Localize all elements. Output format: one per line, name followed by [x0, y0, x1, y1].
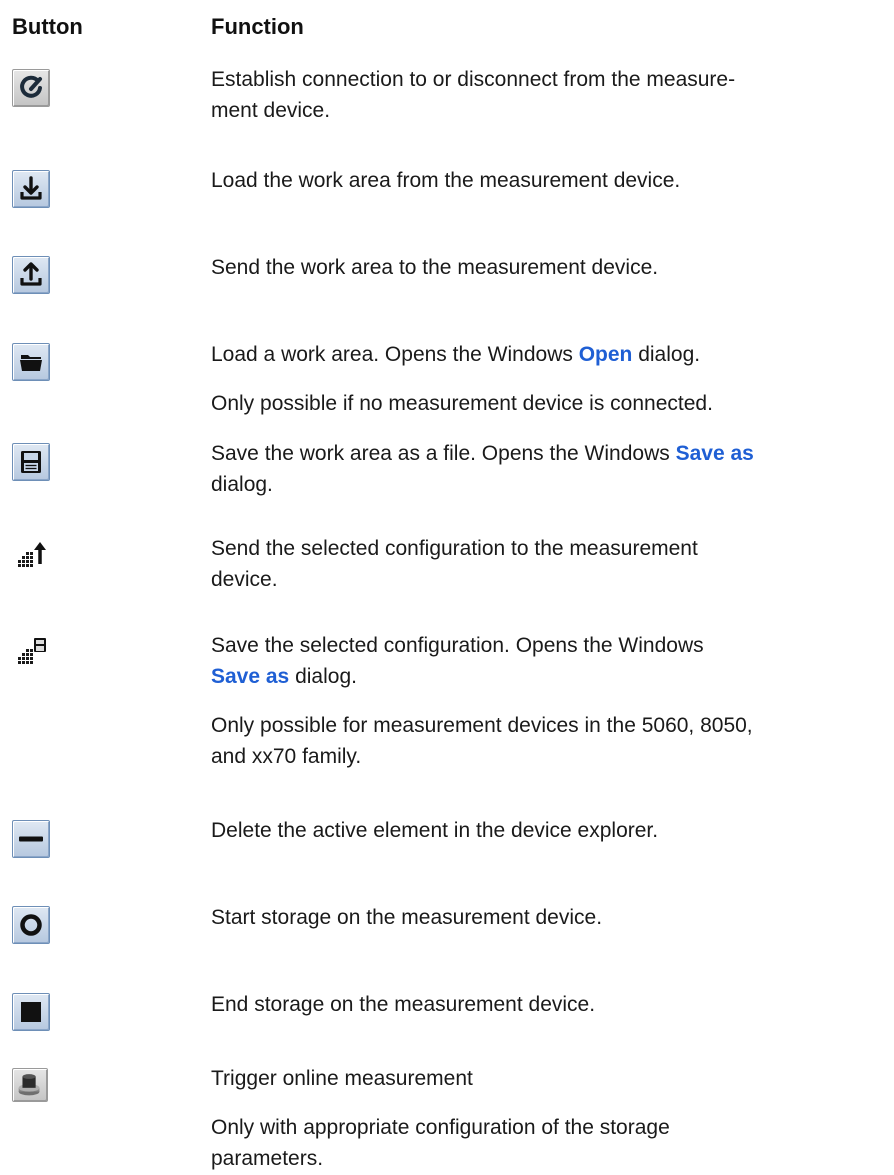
- save-as-dialog-keyword: Save as: [675, 442, 754, 465]
- row-description: Send the work area to the measurement de…: [211, 252, 881, 283]
- description-paragraph: Only possible if no measurement device i…: [211, 392, 713, 415]
- record-circle-icon[interactable]: [12, 906, 50, 944]
- folder-open-icon[interactable]: [12, 343, 50, 381]
- description-line: Send the selected configuration to the m…: [211, 537, 698, 560]
- row-description: Trigger online measurement Only with app…: [211, 1063, 881, 1174]
- row-description: Send the selected configuration to the m…: [211, 533, 881, 595]
- description-paragraph: Trigger online measurement: [211, 1067, 473, 1090]
- row-description: Delete the active element in the device …: [211, 815, 881, 846]
- description-paragraph: Only with appropriate configuration of t…: [211, 1112, 881, 1174]
- description-line: device.: [211, 568, 278, 591]
- description-line: Only with appropriate configuration of t…: [211, 1116, 670, 1139]
- row-description: Start storage on the measurement device.: [211, 902, 881, 933]
- column-header-function: Function: [211, 14, 304, 39]
- row-description: Establish connection to or disconnect fr…: [211, 64, 881, 126]
- row-description: Save the work area as a file. Opens the …: [211, 438, 881, 500]
- row-description: Save the selected configuration. Opens t…: [211, 630, 881, 772]
- description-text: dialog.: [632, 343, 701, 366]
- save-as-dialog-keyword: Save as: [211, 665, 290, 688]
- row-description: Load a work area. Opens the Windows Open…: [211, 339, 881, 419]
- description-line: ment device.: [211, 99, 331, 122]
- stop-square-icon[interactable]: [12, 993, 50, 1031]
- description-line: dialog.: [211, 473, 273, 496]
- trigger-button-icon[interactable]: [12, 1068, 48, 1102]
- save-disk-icon[interactable]: [12, 443, 50, 481]
- description-line: Establish connection to or disconnect fr…: [211, 68, 736, 91]
- description-line: parameters.: [211, 1147, 324, 1170]
- description-line: Only possible for measurement devices in…: [211, 714, 753, 737]
- connect-icon[interactable]: [12, 69, 50, 107]
- column-header-button: Button: [12, 14, 83, 39]
- description-paragraph: Load a work area. Opens the Windows Open…: [211, 339, 881, 370]
- description-line: Load the work area from the measurement …: [211, 169, 681, 192]
- row-description: End storage on the measurement device.: [211, 989, 881, 1020]
- description-text: Load a work area. Opens the Windows: [211, 343, 579, 366]
- description-line: Save the work area as a file. Opens the …: [211, 438, 881, 469]
- button-function-table: Button Function Establish connection to …: [0, 0, 894, 1175]
- description-line: and xx70 family.: [211, 745, 362, 768]
- description-line: Delete the active element in the device …: [211, 819, 659, 842]
- save-config-icon[interactable]: [12, 633, 50, 671]
- delete-minus-icon[interactable]: [12, 820, 50, 858]
- description-line: Send the work area to the measurement de…: [211, 256, 659, 279]
- description-line: End storage on the measurement device.: [211, 993, 596, 1016]
- open-dialog-keyword: Open: [578, 343, 633, 366]
- download-icon[interactable]: [12, 170, 50, 208]
- description-line: Start storage on the measurement device.: [211, 906, 603, 929]
- send-config-icon[interactable]: [12, 536, 50, 574]
- description-paragraph: Save the selected configuration. Opens t…: [211, 630, 881, 692]
- upload-icon[interactable]: [12, 256, 50, 294]
- description-paragraph: Only possible for measurement devices in…: [211, 710, 881, 772]
- row-description: Load the work area from the measurement …: [211, 165, 881, 196]
- description-text: dialog.: [289, 665, 357, 688]
- description-text: Save the work area as a file. Opens the …: [211, 442, 676, 465]
- description-line: Save the selected configuration. Opens t…: [211, 634, 704, 657]
